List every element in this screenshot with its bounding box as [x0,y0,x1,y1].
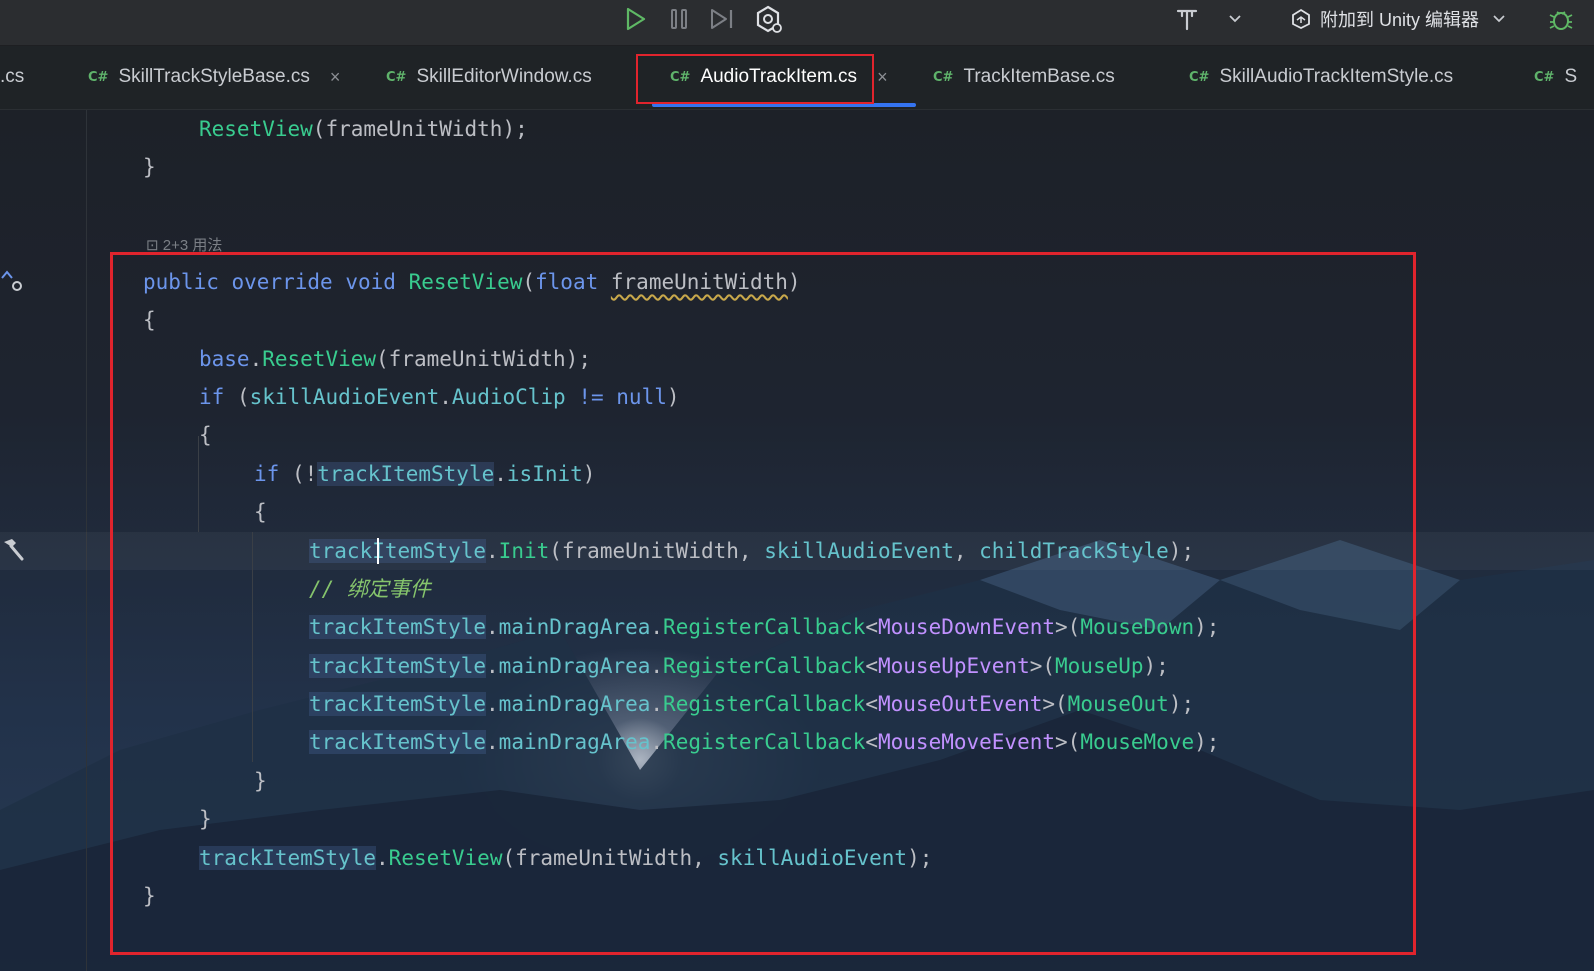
editor-tab-bar: .cs C# SkillTrackStyleBase.cs × C# Skill… [0,46,1594,110]
run-button[interactable] [620,4,650,34]
code-line-1: ResetView(frameUnitWidth); [199,117,528,141]
code-content: ResetView(frameUnitWidth); } public over… [0,110,1219,908]
step-icon [711,9,733,29]
close-tab-icon[interactable]: × [877,67,888,88]
chevron-down-icon [1493,15,1505,23]
close-tab-icon[interactable]: × [330,67,341,88]
tab-partial-cs[interactable]: .cs [0,46,24,108]
tab-label: SkillAudioTrackItemStyle.cs [1219,66,1454,87]
build-button[interactable] [1172,4,1202,34]
unity-icon [1292,8,1310,30]
debug-button[interactable] [1546,4,1576,34]
tab-label: SkillEditorWindow.cs [416,66,592,87]
debug-attach-button[interactable] [752,4,784,34]
attach-label: 附加到 Unity 编辑器 [1320,10,1480,30]
csharp-file-icon: C# [1189,69,1210,85]
bug-icon [1549,11,1573,30]
main-toolbar: 附加到 Unity 编辑器 [0,0,1594,46]
run-icon [626,7,646,31]
tab-label: TrackItemBase.cs [963,66,1115,87]
pause-button[interactable] [664,4,694,34]
annotation-box-code [110,252,1416,955]
code-line-2: } [143,155,156,179]
csharp-file-icon: C# [1534,69,1555,85]
tab-label: S [1564,66,1578,87]
tab-skill-track-style-base[interactable]: C# SkillTrackStyleBase.cs × [88,46,340,108]
chevron-down-icon [1229,15,1241,23]
annotation-box-tab [636,54,874,104]
step-button[interactable] [706,4,738,34]
pause-icon [671,9,687,29]
build-options-dropdown[interactable] [1222,4,1248,34]
csharp-file-icon: C# [88,69,109,85]
debug-attach-icon [756,5,782,33]
tab-partial-s[interactable]: C# S [1534,46,1577,108]
code-editor[interactable]: ⊡ 2+3 用法 ResetView(frameUnitWidth); } pu… [0,110,1594,971]
attach-unity-dropdown[interactable]: 附加到 Unity 编辑器 [1290,4,1507,34]
tab-skill-editor-window[interactable]: C# SkillEditorWindow.cs [386,46,592,108]
tab-track-item-base[interactable]: C# TrackItemBase.cs [933,46,1115,108]
tab-label: SkillTrackStyleBase.cs [118,66,310,87]
tab-skill-audio-track-item-style[interactable]: C# SkillAudioTrackItemStyle.cs [1189,46,1453,108]
build-icon [1176,9,1198,31]
csharp-file-icon: C# [933,69,954,85]
csharp-file-icon: C# [386,69,407,85]
tab-label: .cs [0,66,25,87]
